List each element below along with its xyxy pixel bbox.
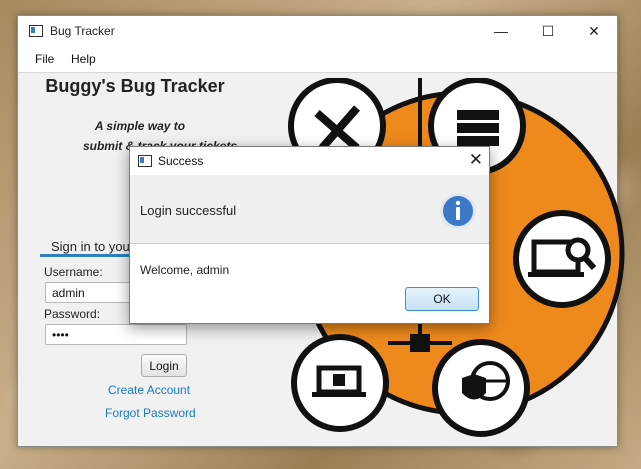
tab-indicator bbox=[40, 254, 135, 257]
success-dialog: Success ✕ Login successful Welcome, admi… bbox=[129, 146, 490, 324]
info-icon bbox=[440, 193, 476, 229]
menu-help[interactable]: Help bbox=[71, 52, 96, 66]
app-icon bbox=[29, 25, 43, 37]
password-field[interactable]: •••• bbox=[45, 324, 187, 345]
dialog-header: Login successful bbox=[130, 175, 489, 244]
title-bar: Bug Tracker — ☐ ✕ bbox=[18, 16, 617, 46]
password-label: Password: bbox=[44, 307, 101, 321]
menu-file[interactable]: File bbox=[35, 52, 54, 66]
dialog-content: Welcome, admin bbox=[140, 263, 230, 277]
forgot-password-link[interactable]: Forgot Password bbox=[105, 406, 196, 420]
dialog-title-bar: Success ✕ bbox=[130, 147, 489, 175]
menu-bar: File Help bbox=[18, 46, 617, 73]
laptop-chip-icon bbox=[291, 334, 389, 432]
minimize-button[interactable]: — bbox=[478, 16, 524, 46]
maximize-button[interactable]: ☐ bbox=[525, 16, 571, 46]
laptop-search-icon bbox=[513, 210, 611, 308]
create-account-link[interactable]: Create Account bbox=[108, 383, 190, 397]
username-label: Username: bbox=[44, 265, 103, 279]
window-title: Bug Tracker bbox=[50, 24, 115, 38]
globe-shield-icon bbox=[432, 339, 530, 437]
ok-button[interactable]: OK bbox=[405, 287, 479, 311]
dialog-close-icon[interactable]: ✕ bbox=[469, 150, 483, 170]
dialog-app-icon bbox=[138, 155, 152, 167]
dialog-header-text: Login successful bbox=[140, 203, 237, 218]
app-tagline-line1: A simple way to bbox=[94, 119, 186, 133]
app-heading: Buggy's Bug Tracker bbox=[45, 76, 225, 96]
close-button[interactable]: ✕ bbox=[571, 16, 617, 46]
login-button[interactable]: Login bbox=[141, 354, 187, 377]
dialog-title: Success bbox=[158, 154, 204, 168]
